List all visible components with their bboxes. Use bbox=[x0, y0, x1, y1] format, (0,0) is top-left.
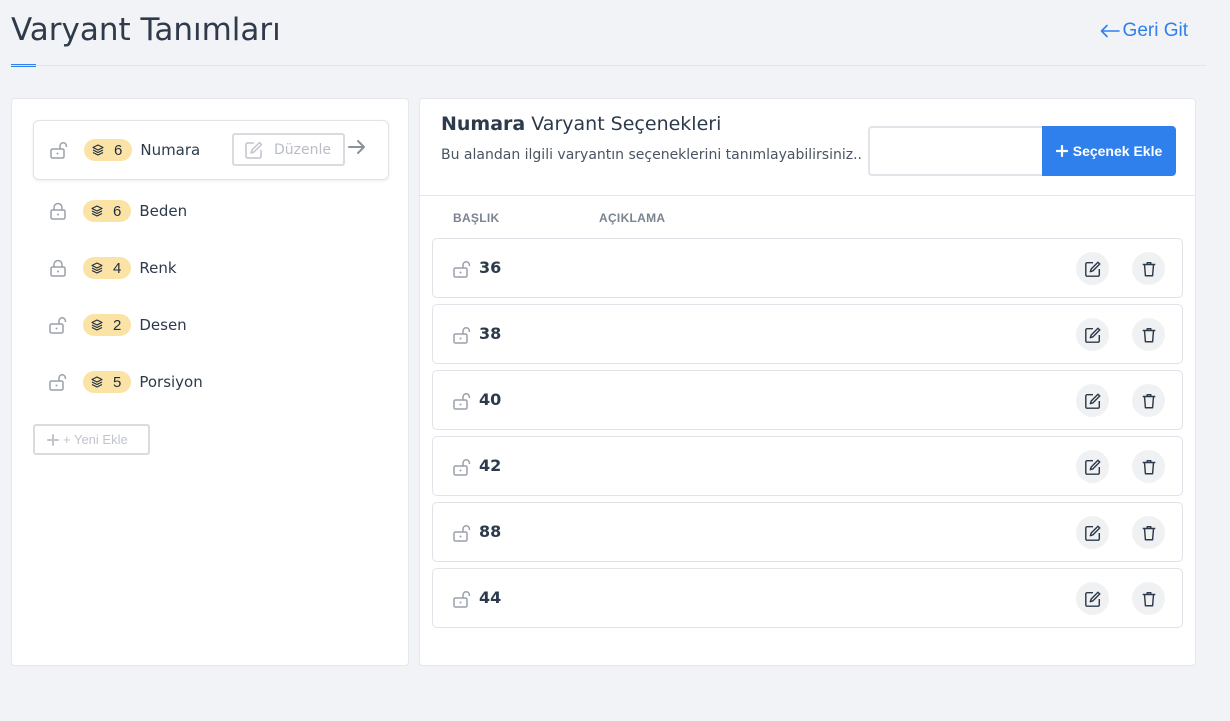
edit-icon bbox=[1084, 327, 1100, 343]
trash-icon bbox=[1142, 327, 1155, 342]
variant-count-badge: 5 bbox=[83, 371, 132, 393]
layers-icon bbox=[92, 144, 104, 156]
variant-count: 4 bbox=[113, 259, 122, 277]
edit-option-button[interactable] bbox=[1076, 384, 1109, 417]
edit-icon bbox=[1084, 459, 1100, 475]
variant-name: Porsiyon bbox=[139, 373, 203, 391]
trash-icon bbox=[1142, 393, 1155, 408]
option-row: 38 bbox=[432, 304, 1183, 364]
layers-icon bbox=[91, 319, 103, 331]
edit-icon bbox=[1084, 591, 1100, 607]
option-title: 36 bbox=[479, 258, 502, 277]
delete-option-button[interactable] bbox=[1132, 318, 1165, 351]
delete-option-button[interactable] bbox=[1132, 582, 1165, 615]
variant-item-beden[interactable]: 6 Beden bbox=[47, 195, 187, 227]
lock-open-icon[interactable] bbox=[451, 457, 473, 477]
variant-item-renk[interactable]: 4 Renk bbox=[47, 252, 177, 284]
variant-item-porsiyon[interactable]: 5 Porsiyon bbox=[47, 366, 203, 398]
option-input[interactable] bbox=[868, 126, 1044, 176]
options-panel-title: Numara Varyant Seçenekleri bbox=[441, 113, 721, 135]
option-row: 44 bbox=[432, 568, 1183, 628]
trash-icon bbox=[1142, 525, 1155, 540]
delete-option-button[interactable] bbox=[1132, 384, 1165, 417]
options-panel: Numara Varyant Seçenekleri Bu alandan il… bbox=[419, 98, 1196, 666]
lock-open-icon[interactable] bbox=[48, 140, 70, 160]
back-link[interactable]: Geri Git bbox=[1100, 20, 1188, 42]
option-row: 36 bbox=[432, 238, 1183, 298]
layers-icon bbox=[91, 262, 103, 274]
edit-icon bbox=[1084, 525, 1100, 541]
option-title: 42 bbox=[479, 456, 502, 475]
trash-icon bbox=[1142, 459, 1155, 474]
edit-option-button[interactable] bbox=[1076, 450, 1109, 483]
variant-count-badge: 6 bbox=[84, 139, 133, 161]
trash-icon bbox=[1142, 591, 1155, 606]
edit-variant-button[interactable]: Düzenle bbox=[232, 133, 345, 166]
panel-divider bbox=[420, 195, 1195, 196]
options-panel-title-rest: Varyant Seçenekleri bbox=[525, 113, 722, 135]
layers-icon bbox=[91, 376, 103, 388]
delete-option-button[interactable] bbox=[1132, 450, 1165, 483]
add-option-button[interactable]: Seçenek Ekle bbox=[1042, 126, 1176, 176]
lock-open-icon[interactable] bbox=[47, 315, 69, 335]
edit-option-button[interactable] bbox=[1076, 516, 1109, 549]
variant-count-badge: 2 bbox=[83, 314, 132, 336]
lock-icon[interactable] bbox=[47, 258, 69, 278]
add-new-variant-label: + Yeni Ekle bbox=[63, 432, 128, 447]
edit-icon bbox=[1084, 261, 1100, 277]
option-row: 42 bbox=[432, 436, 1183, 496]
variant-count: 5 bbox=[113, 373, 122, 391]
option-row: 40 bbox=[432, 370, 1183, 430]
variant-count: 6 bbox=[114, 141, 123, 159]
add-new-variant-button[interactable]: + Yeni Ekle bbox=[33, 424, 150, 455]
options-panel-subtitle: Bu alandan ilgili varyantın seçeneklerin… bbox=[441, 147, 862, 163]
delete-option-button[interactable] bbox=[1132, 252, 1165, 285]
back-link-label: Geri Git bbox=[1122, 20, 1188, 41]
variant-count-badge: 6 bbox=[83, 200, 132, 222]
variant-count-badge: 4 bbox=[83, 257, 132, 279]
edit-option-button[interactable] bbox=[1076, 582, 1109, 615]
variant-count: 6 bbox=[113, 202, 122, 220]
column-header-description: AÇIKLAMA bbox=[599, 211, 666, 225]
trash-icon bbox=[1142, 261, 1155, 276]
lock-open-icon[interactable] bbox=[451, 391, 473, 411]
delete-option-button[interactable] bbox=[1132, 516, 1165, 549]
option-title: 38 bbox=[479, 324, 502, 343]
edit-variant-label: Düzenle bbox=[274, 141, 331, 158]
add-option-label: Seçenek Ekle bbox=[1072, 143, 1163, 159]
option-title: 88 bbox=[479, 522, 502, 541]
options-panel-title-bold: Numara bbox=[441, 113, 526, 135]
option-row: 88 bbox=[432, 502, 1183, 562]
variant-name: Renk bbox=[139, 259, 177, 277]
header-divider bbox=[11, 65, 1206, 66]
arrow-right-icon[interactable] bbox=[347, 137, 367, 157]
plus-icon bbox=[47, 433, 59, 446]
layers-icon bbox=[91, 205, 103, 217]
edit-option-button[interactable] bbox=[1076, 318, 1109, 351]
variant-name: Beden bbox=[139, 202, 188, 220]
lock-open-icon[interactable] bbox=[451, 523, 473, 543]
variant-name: Desen bbox=[139, 316, 187, 334]
variant-name: Numara bbox=[140, 141, 201, 159]
option-title: 44 bbox=[479, 588, 502, 607]
page-title: Varyant Tanımları bbox=[11, 12, 281, 48]
option-title: 40 bbox=[479, 390, 502, 409]
variant-item-numara[interactable]: 6 Numara Düzenle bbox=[33, 120, 389, 180]
edit-icon bbox=[1084, 393, 1100, 409]
variant-count: 2 bbox=[113, 316, 122, 334]
column-header-title: BAŞLIK bbox=[453, 211, 500, 225]
arrow-left-icon bbox=[1100, 24, 1120, 38]
lock-open-icon[interactable] bbox=[451, 325, 473, 345]
lock-icon[interactable] bbox=[47, 201, 69, 221]
variant-list-panel: 6 Numara Düzenle 6 Beden 4 Renk 2 Desen … bbox=[11, 98, 409, 666]
lock-open-icon[interactable] bbox=[47, 372, 69, 392]
edit-icon bbox=[245, 141, 263, 159]
edit-option-button[interactable] bbox=[1076, 252, 1109, 285]
lock-open-icon[interactable] bbox=[451, 259, 473, 279]
variant-item-desen[interactable]: 2 Desen bbox=[47, 309, 187, 341]
plus-icon bbox=[1055, 145, 1068, 157]
lock-open-icon[interactable] bbox=[451, 589, 473, 609]
